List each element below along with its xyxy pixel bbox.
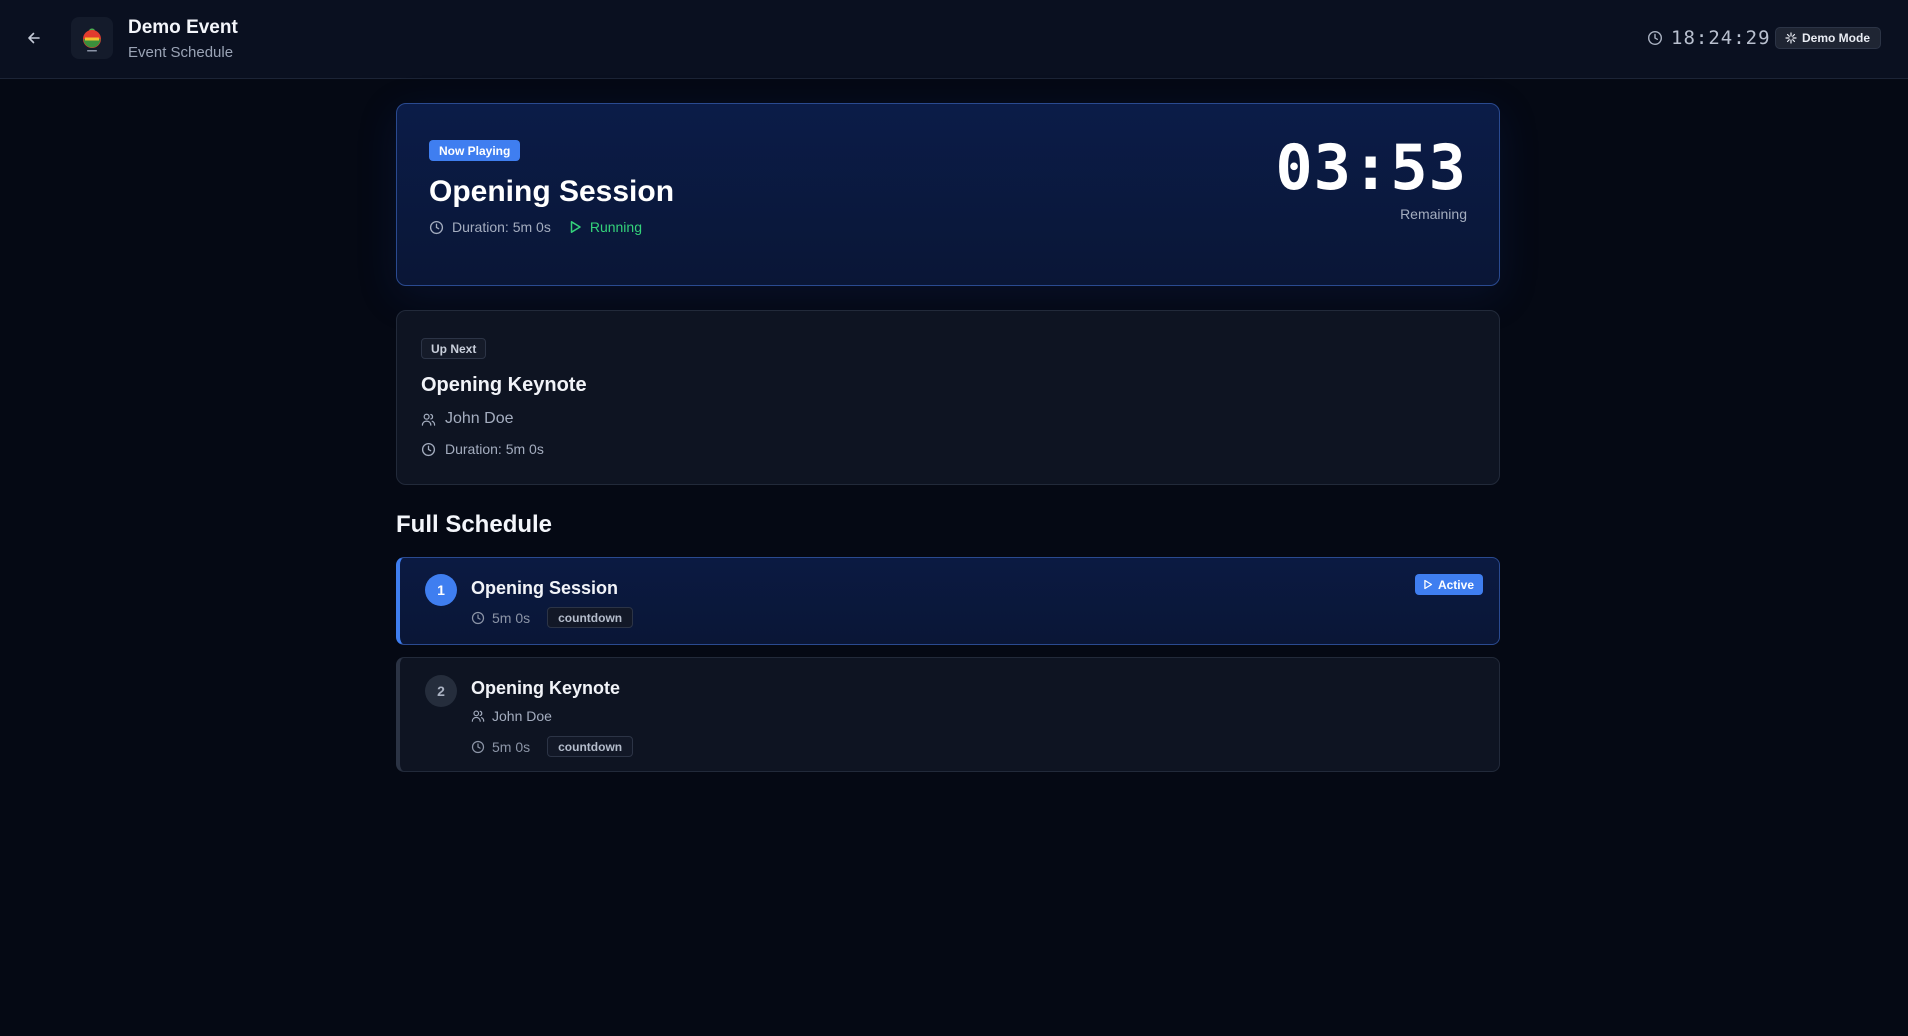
up-next-card: Up Next Opening Keynote John Doe Duratio… [396,310,1500,485]
schedule-heading: Full Schedule [396,511,553,538]
up-next-duration: Duration: 5m 0s [421,441,544,457]
up-next-title: Opening Keynote [421,374,587,396]
clock-text: 18:24:29 [1671,27,1771,49]
logo-icon [83,28,101,52]
active-badge: Active [1414,574,1483,595]
schedule-item[interactable]: 2 Opening Keynote John Doe 5m 0s countdo… [396,657,1500,772]
now-playing-duration: Duration: 5m 0s [452,219,551,235]
countdown-timer: 03:53 [1275,131,1467,204]
arrow-left-icon [28,32,40,44]
clock-icon [471,611,485,624]
item-speaker: John Doe [471,708,552,724]
up-next-badge: Up Next [421,338,487,359]
event-logo [71,17,113,59]
up-next-speaker: John Doe [421,410,514,428]
schedule-item[interactable]: 1 Opening Session 5m 0s countdown Active [396,557,1500,645]
up-next-speaker-name: John Doe [445,410,514,427]
event-title: Demo Event [128,17,238,38]
item-title: Opening Session [471,578,619,598]
countdown-label: Remaining [1400,206,1467,222]
item-title: Opening Keynote [471,678,621,698]
now-playing-badge: Now Playing [429,140,521,161]
running-status: Running [569,219,642,235]
item-speaker-name: John Doe [492,708,552,724]
active-badge-label: Active [1437,577,1474,592]
current-time: 18:24:29 [1647,26,1771,50]
clock-icon [471,740,485,753]
event-subtitle: Event Schedule [128,44,234,61]
play-icon [1424,579,1433,590]
sparkle-icon [1785,32,1797,44]
up-next-duration-text: Duration: 5m 0s [445,441,544,457]
item-number: 1 [425,574,457,606]
demo-mode-label: Demo Mode [1802,31,1871,45]
clock-icon [1647,30,1663,46]
running-status-label: Running [589,219,642,235]
item-duration: 5m 0s [492,609,531,626]
play-icon [570,221,581,233]
item-type-tag: countdown [547,736,634,757]
now-playing-title: Opening Session [429,175,675,208]
back-button[interactable] [22,26,46,50]
users-icon [421,413,436,426]
clock-icon [429,220,444,234]
now-playing-card: Now Playing Opening Session Duration: 5m… [396,103,1500,286]
item-duration: 5m 0s [492,738,531,755]
demo-mode-button[interactable]: Demo Mode [1775,27,1882,49]
item-type-tag: countdown [547,607,634,628]
item-meta: 5m 0s countdown [471,607,634,628]
clock-icon [421,442,436,456]
users-icon [471,710,485,722]
item-number: 2 [425,675,457,707]
item-meta: 5m 0s countdown [471,736,634,757]
top-bar: Demo Event Event Schedule 18:24:29 Demo … [0,0,1908,79]
now-playing-meta: Duration: 5m 0s Running [429,219,642,235]
